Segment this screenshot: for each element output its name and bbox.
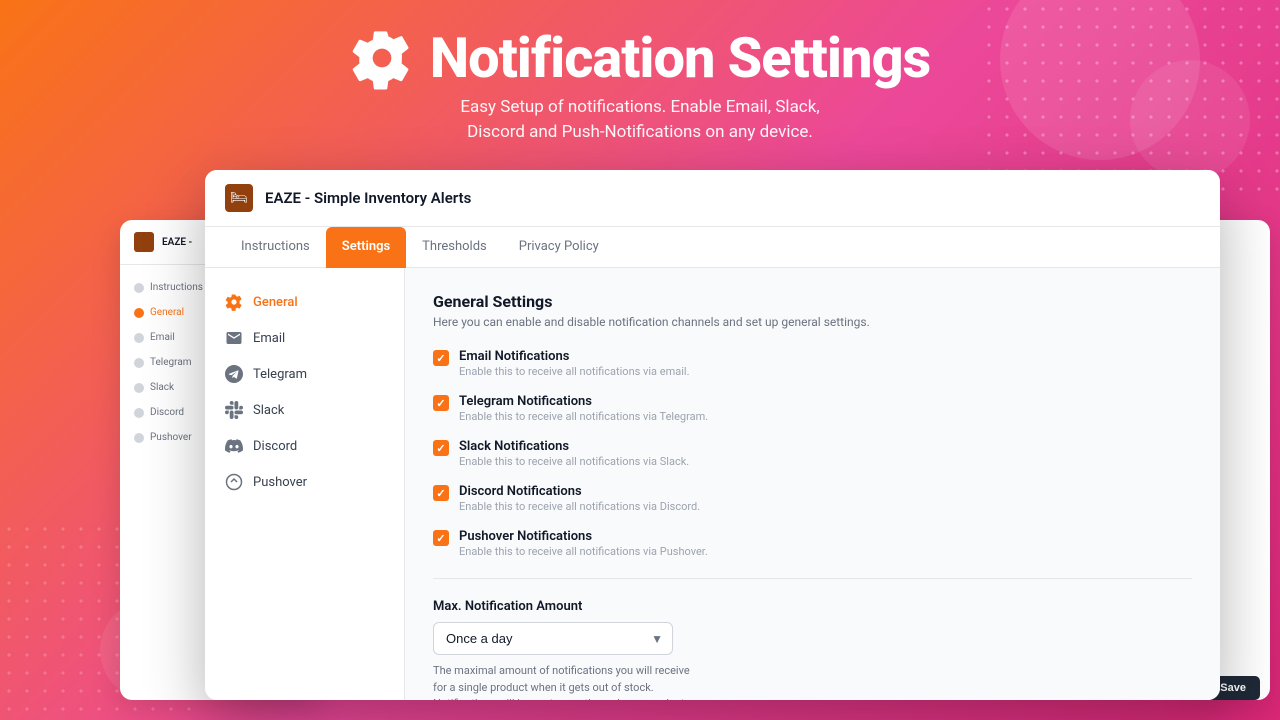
notif-text-pushover: Pushover Notifications Enable this to re… [459, 529, 708, 558]
sidebar-item-telegram[interactable]: Telegram [205, 356, 404, 392]
sidebar-discord-label: Discord [253, 439, 297, 454]
notif-label-pushover: Pushover Notifications [459, 529, 708, 544]
tab-settings[interactable]: Settings [326, 227, 406, 268]
notif-desc-email: Enable this to receive all notifications… [459, 365, 689, 378]
notif-text-slack: Slack Notifications Enable this to recei… [459, 439, 689, 468]
main-card: 🛏 EAZE - Simple Inventory Alerts Instruc… [205, 170, 1220, 700]
divider [433, 578, 1192, 579]
checkmark-discord: ✓ [436, 487, 445, 500]
bg-nav-dot [134, 358, 144, 368]
notification-item-discord: ✓ Discord Notifications Enable this to r… [433, 484, 1192, 513]
notif-desc-telegram: Enable this to receive all notifications… [459, 410, 708, 423]
bg-nav-dot-active [134, 308, 144, 318]
sidebar-general-label: General [253, 295, 298, 310]
hero-section: Notification Settings Easy Setup of noti… [0, 0, 1280, 170]
bg-nav-dot [134, 433, 144, 443]
content-area: General Email Telegram Slack [205, 268, 1220, 700]
sidebar-item-email[interactable]: Email [205, 320, 404, 356]
sidebar-slack-label: Slack [253, 403, 284, 418]
section-description: Here you can enable and disable notifica… [433, 315, 1192, 329]
notif-text-discord: Discord Notifications Enable this to rec… [459, 484, 700, 513]
sidebar-email-label: Email [253, 331, 285, 346]
notif-text-telegram: Telegram Notifications Enable this to re… [459, 394, 708, 423]
bg-nav-dot [134, 333, 144, 343]
notification-item-email: ✓ Email Notifications Enable this to rec… [433, 349, 1192, 378]
max-notification-select[interactable]: Once a day Twice a day Every time [433, 622, 673, 655]
notification-item-pushover: ✓ Pushover Notifications Enable this to … [433, 529, 1192, 558]
bg-nav-dot [134, 408, 144, 418]
telegram-icon [225, 365, 243, 383]
bg-nav-dot [134, 383, 144, 393]
sidebar-item-slack[interactable]: Slack [205, 392, 404, 428]
checkbox-email[interactable]: ✓ [433, 350, 449, 366]
checkmark-telegram: ✓ [436, 397, 445, 410]
notif-desc-slack: Enable this to receive all notifications… [459, 455, 689, 468]
tab-instructions[interactable]: Instructions [225, 227, 326, 268]
sidebar-item-general[interactable]: General [205, 284, 404, 320]
checkmark-pushover: ✓ [436, 532, 445, 545]
bg-nav-dot [134, 283, 144, 293]
tab-bar: Instructions Settings Thresholds Privacy… [205, 227, 1220, 268]
tab-thresholds[interactable]: Thresholds [406, 227, 503, 268]
notification-item-slack: ✓ Slack Notifications Enable this to rec… [433, 439, 1192, 468]
checkmark-slack: ✓ [436, 442, 445, 455]
notif-desc-discord: Enable this to receive all notifications… [459, 500, 700, 513]
select-wrapper: Once a day Twice a day Every time ▼ [433, 622, 673, 655]
section-title: General Settings [433, 292, 1192, 311]
notif-label-email: Email Notifications [459, 349, 689, 364]
checkbox-discord[interactable]: ✓ [433, 485, 449, 501]
max-notification-label: Max. Notification Amount [433, 599, 1192, 614]
checkmark-email: ✓ [436, 352, 445, 365]
card-header: 🛏 EAZE - Simple Inventory Alerts [205, 170, 1220, 227]
tab-privacy-policy[interactable]: Privacy Policy [503, 227, 615, 268]
sidebar-telegram-label: Telegram [253, 367, 307, 382]
checkbox-telegram[interactable]: ✓ [433, 395, 449, 411]
app-logo: 🛏 [225, 184, 253, 212]
pushover-icon [225, 473, 243, 491]
notif-desc-pushover: Enable this to receive all notifications… [459, 545, 708, 558]
slack-icon [225, 401, 243, 419]
main-content-area: General Settings Here you can enable and… [405, 268, 1220, 700]
sidebar-item-pushover[interactable]: Pushover [205, 464, 404, 500]
hero-title: Notification Settings [430, 25, 931, 91]
max-notification-help: The maximal amount of notifications you … [433, 663, 693, 700]
email-icon [225, 329, 243, 347]
sidebar: General Email Telegram Slack [205, 268, 405, 700]
app-name: EAZE - Simple Inventory Alerts [265, 189, 471, 207]
sidebar-pushover-label: Pushover [253, 475, 307, 490]
notification-item-telegram: ✓ Telegram Notifications Enable this to … [433, 394, 1192, 423]
gear-icon [225, 293, 243, 311]
notif-label-slack: Slack Notifications [459, 439, 689, 454]
sidebar-item-discord[interactable]: Discord [205, 428, 404, 464]
discord-icon [225, 437, 243, 455]
max-notification-field: Max. Notification Amount Once a day Twic… [433, 599, 1192, 700]
bg-card-logo [134, 232, 154, 252]
bg-card-title: EAZE - [162, 237, 192, 248]
checkbox-pushover[interactable]: ✓ [433, 530, 449, 546]
notif-label-telegram: Telegram Notifications [459, 394, 708, 409]
notif-label-discord: Discord Notifications [459, 484, 700, 499]
hero-subtitle: Easy Setup of notifications. Enable Emai… [460, 95, 819, 146]
notif-text-email: Email Notifications Enable this to recei… [459, 349, 689, 378]
hero-gear-icon [350, 26, 414, 90]
checkbox-slack[interactable]: ✓ [433, 440, 449, 456]
